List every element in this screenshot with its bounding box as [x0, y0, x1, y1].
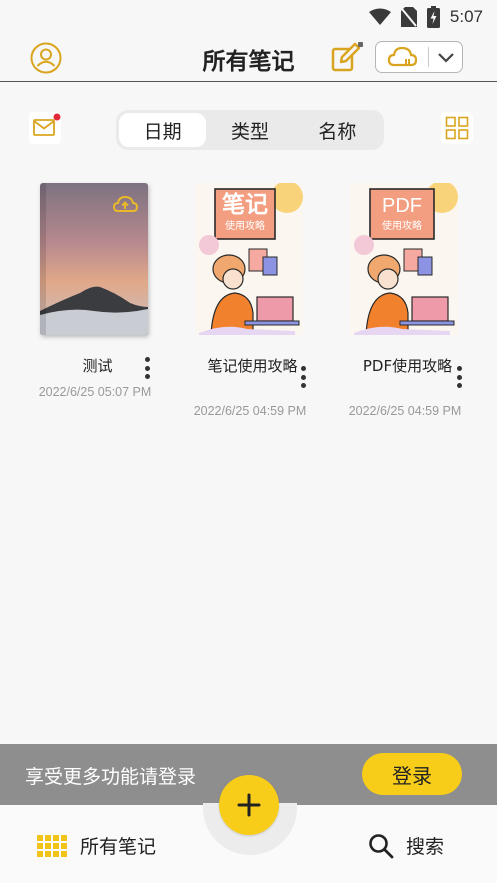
- nav-search[interactable]: 搜索: [368, 832, 444, 859]
- note-title: PDF使用攻略: [362, 357, 453, 375]
- no-sim-icon: [400, 7, 417, 27]
- nav-search-label: 搜索: [406, 836, 445, 858]
- wifi-icon: [368, 8, 391, 25]
- search-icon: [369, 833, 394, 858]
- new-note-edit-icon[interactable]: [330, 40, 364, 74]
- more-options-button[interactable]: [452, 364, 466, 390]
- sort-segmented-control: 日期 类型 名称: [116, 110, 384, 150]
- more-options-button[interactable]: [296, 364, 310, 390]
- tab-type[interactable]: 类型: [206, 113, 293, 147]
- cover-heading: PDF: [382, 195, 422, 217]
- login-button[interactable]: 登录: [362, 753, 462, 795]
- grid-view-icon: [445, 116, 469, 140]
- cover-subtitle: 使用攻略: [225, 221, 265, 232]
- cover-heading: 笔记: [222, 192, 268, 218]
- chevron-down-icon: [437, 53, 454, 63]
- tab-name[interactable]: 名称: [294, 113, 381, 147]
- nav-all-notes[interactable]: 所有笔记: [37, 832, 156, 859]
- status-bar: 5:07: [0, 0, 497, 34]
- add-note-fab[interactable]: [219, 775, 279, 835]
- note-date: 2022/6/25 05:07 PM: [38, 385, 152, 399]
- nav-all-notes-label: 所有笔记: [80, 836, 157, 858]
- note-cover-guide[interactable]: PDF 使用攻略: [350, 183, 458, 335]
- note-cover-guide[interactable]: 笔记 使用攻略: [195, 183, 303, 335]
- app-header: 所有笔记: [0, 34, 497, 82]
- tab-date[interactable]: 日期: [119, 113, 207, 147]
- grid-view-button[interactable]: [441, 112, 473, 144]
- cloud-sync-button[interactable]: [376, 42, 428, 72]
- battery-charging-icon: [426, 6, 440, 28]
- note-cover-landscape[interactable]: [40, 183, 148, 335]
- notification-dot: [53, 113, 61, 121]
- status-icons: 5:07: [368, 6, 483, 28]
- more-options-button[interactable]: [140, 355, 154, 381]
- status-time: 5:07: [449, 7, 483, 26]
- plus-icon: [237, 793, 261, 817]
- cloud-upload-icon: [387, 46, 418, 67]
- note-date: 2022/6/25 04:59 PM: [348, 404, 462, 418]
- cloud-sync-switcher[interactable]: [375, 41, 463, 73]
- cover-subtitle: 使用攻略: [382, 221, 422, 232]
- dropdown-button[interactable]: [429, 42, 462, 72]
- note-date: 2022/6/25 04:59 PM: [193, 404, 307, 418]
- mail-icon: [29, 112, 61, 144]
- user-avatar-icon[interactable]: [30, 42, 62, 74]
- note-title: 测试: [82, 357, 113, 375]
- cloud-upload-icon: [112, 195, 139, 212]
- note-title: 笔记使用攻略: [207, 357, 298, 375]
- grid-menu-icon: [37, 834, 67, 857]
- messages-button[interactable]: [29, 112, 61, 144]
- login-prompt-text: 享受更多功能请登录: [25, 766, 197, 788]
